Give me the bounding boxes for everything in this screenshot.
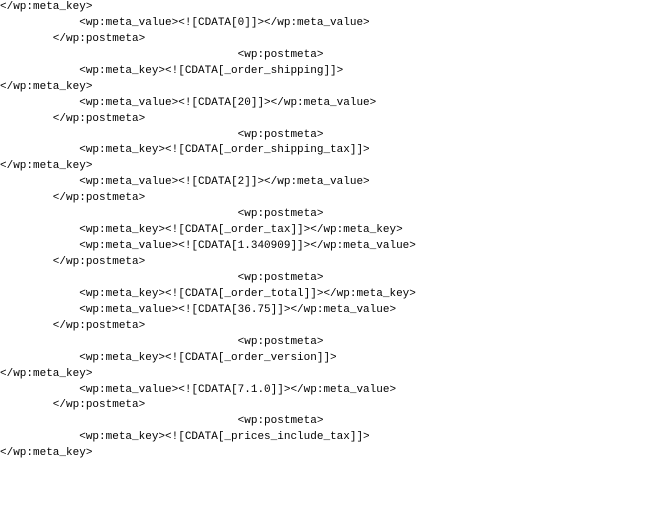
xml-code-block: </wp:meta_key> <wp:meta_value><![CDATA[0… <box>0 0 650 462</box>
xml-code: </wp:meta_key> <wp:meta_value><![CDATA[0… <box>0 1 416 459</box>
